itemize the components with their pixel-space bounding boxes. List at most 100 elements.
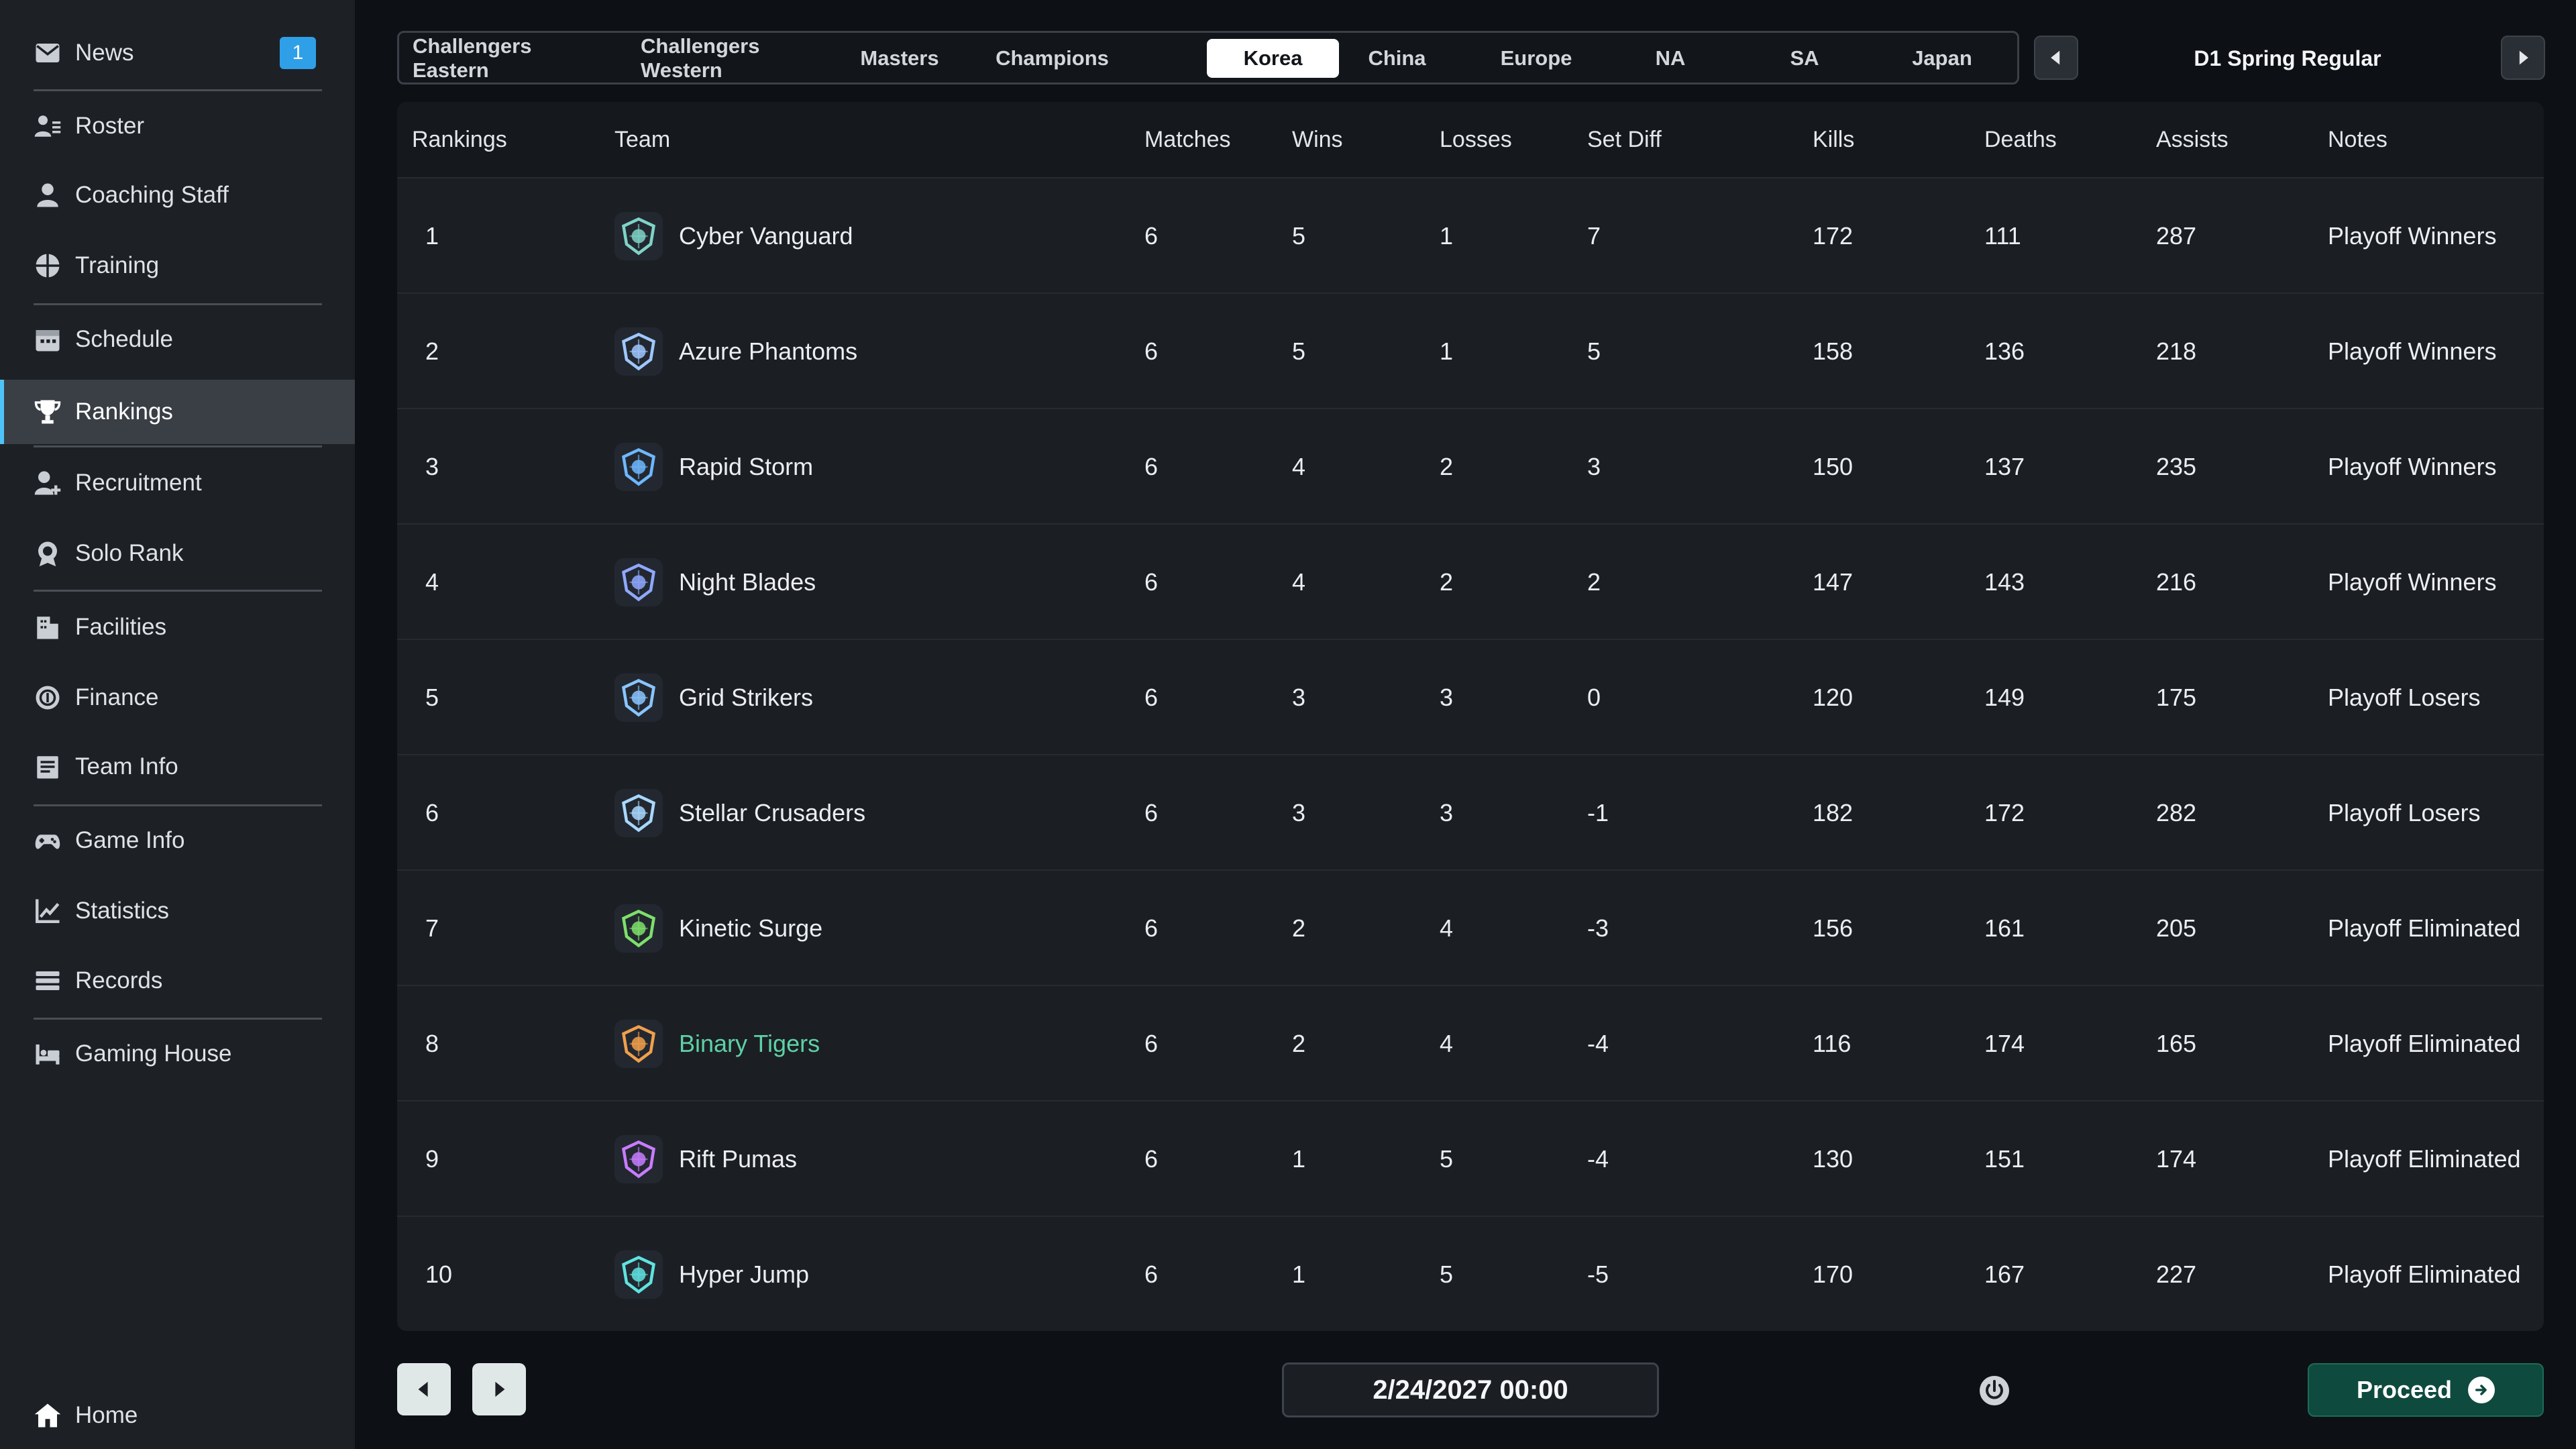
tab-europe[interactable]: Europe bbox=[1476, 39, 1597, 78]
sidebar-item-coaching[interactable]: Coaching Staff bbox=[0, 163, 355, 227]
team-logo-icon bbox=[614, 212, 663, 260]
cell-assists: 165 bbox=[2156, 1030, 2197, 1057]
cell-kills: 158 bbox=[1813, 337, 1854, 365]
proceed-button[interactable]: Proceed bbox=[2308, 1363, 2544, 1417]
cell-notes: Playoff Losers bbox=[2328, 684, 2481, 711]
header-rank[interactable]: Rankings bbox=[412, 102, 507, 177]
team-name[interactable]: Kinetic Surge bbox=[679, 914, 822, 943]
cell-matches: 6 bbox=[1144, 1260, 1159, 1288]
header-deaths[interactable]: Deaths bbox=[1984, 102, 2057, 177]
sidebar-item-rankings[interactable]: Rankings bbox=[0, 380, 355, 444]
team-cell[interactable]: Hyper Jump bbox=[614, 1217, 809, 1331]
header-setdiff[interactable]: Set Diff bbox=[1587, 102, 1662, 177]
table-row[interactable]: 9 Rift Pumas 6 1 5 -4 130 151 174 Playoff Elimin… bbox=[397, 1100, 2544, 1216]
sidebar-item-roster[interactable]: Roster bbox=[0, 94, 355, 158]
cell-losses: 1 bbox=[1440, 337, 1454, 365]
tab-sa[interactable]: SA bbox=[1744, 39, 1865, 78]
team-cell[interactable]: Rift Pumas bbox=[614, 1102, 797, 1217]
sidebar: News 1 Roster Coaching Staff Training Sch… bbox=[0, 0, 355, 1449]
team-cell[interactable]: Stellar Crusaders bbox=[614, 755, 865, 871]
sidebar-item-label: Solo Rank bbox=[75, 540, 184, 566]
table-row[interactable]: 2 Azure Phantoms 6 5 1 5 158 136 218 Playoff Win… bbox=[397, 292, 2544, 408]
chevron-right-icon bbox=[2519, 50, 2528, 65]
sidebar-item-recruitment[interactable]: Recruitment bbox=[0, 451, 355, 515]
table-row[interactable]: 1 Cyber Vanguard 6 5 1 7 172 111 287 Playoff Win… bbox=[397, 177, 2544, 292]
sidebar-item-teaminfo[interactable]: Team Info bbox=[0, 735, 355, 799]
team-name[interactable]: Binary Tigers bbox=[679, 1030, 820, 1058]
tab-champions[interactable]: Champions bbox=[973, 39, 1131, 78]
cell-rank: 4 bbox=[425, 568, 439, 596]
team-name[interactable]: Rift Pumas bbox=[679, 1145, 797, 1173]
page-next-button[interactable] bbox=[472, 1363, 526, 1415]
team-name[interactable]: Cyber Vanguard bbox=[679, 222, 853, 250]
team-cell[interactable]: Azure Phantoms bbox=[614, 294, 857, 409]
header-losses[interactable]: Losses bbox=[1440, 102, 1512, 177]
cell-notes: Playoff Winners bbox=[2328, 337, 2497, 365]
sidebar-item-schedule[interactable]: Schedule bbox=[0, 307, 355, 372]
team-cell[interactable]: Cyber Vanguard bbox=[614, 178, 853, 294]
team-cell[interactable]: Grid Strikers bbox=[614, 640, 813, 755]
season-next-button[interactable] bbox=[2501, 36, 2545, 80]
team-cell[interactable]: Binary Tigers bbox=[614, 986, 820, 1102]
bed-icon bbox=[34, 1040, 62, 1068]
sidebar-divider bbox=[34, 590, 322, 592]
cell-wins: 4 bbox=[1292, 453, 1306, 480]
sidebar-item-finance[interactable]: Finance bbox=[0, 665, 355, 730]
team-cell[interactable]: Rapid Storm bbox=[614, 409, 813, 525]
header-matches[interactable]: Matches bbox=[1144, 102, 1231, 177]
tab-china[interactable]: China bbox=[1338, 39, 1456, 78]
team-cell[interactable]: Night Blades bbox=[614, 525, 816, 640]
sidebar-item-label: News bbox=[75, 40, 134, 66]
season-prev-button[interactable] bbox=[2034, 36, 2078, 80]
tab-challengers-eastern[interactable]: Challengers Eastern bbox=[413, 34, 607, 82]
tab-masters[interactable]: Masters bbox=[839, 39, 960, 78]
cell-matches: 6 bbox=[1144, 684, 1159, 711]
team-name[interactable]: Azure Phantoms bbox=[679, 337, 857, 366]
team-name[interactable]: Hyper Jump bbox=[679, 1260, 809, 1289]
team-logo-icon bbox=[614, 558, 663, 606]
sidebar-item-gameinfo[interactable]: Game Info bbox=[0, 808, 355, 873]
header-kills[interactable]: Kills bbox=[1813, 102, 1854, 177]
header-team[interactable]: Team bbox=[614, 102, 670, 177]
team-cell[interactable]: Kinetic Surge bbox=[614, 871, 822, 986]
table-row[interactable]: 8 Binary Tigers 6 2 4 -4 116 174 165 Playoff Eli… bbox=[397, 985, 2544, 1100]
header-notes[interactable]: Notes bbox=[2328, 102, 2387, 177]
table-row[interactable]: 6 Stellar Crusaders 6 3 3 -1 182 172 282 Playoff… bbox=[397, 754, 2544, 869]
sidebar-item-records[interactable]: Records bbox=[0, 949, 355, 1013]
cell-assists: 216 bbox=[2156, 568, 2197, 596]
header-assists[interactable]: Assists bbox=[2156, 102, 2229, 177]
sidebar-item-label: Game Info bbox=[75, 827, 185, 853]
table-row[interactable]: 5 Grid Strikers 6 3 3 0 120 149 175 Playoff Lose… bbox=[397, 639, 2544, 754]
sidebar-item-solo[interactable]: Solo Rank bbox=[0, 521, 355, 586]
sidebar-divider bbox=[34, 303, 322, 305]
table-row[interactable]: 3 Rapid Storm 6 4 2 3 150 137 235 Playoff Winner… bbox=[397, 408, 2544, 523]
calendar-icon bbox=[34, 325, 62, 354]
page-prev-button[interactable] bbox=[397, 1363, 451, 1415]
team-logo-icon bbox=[614, 1135, 663, 1183]
table-row[interactable]: 10 Hyper Jump 6 1 5 -5 170 167 227 Playoff Elimi… bbox=[397, 1216, 2544, 1331]
header-wins[interactable]: Wins bbox=[1292, 102, 1343, 177]
tab-na[interactable]: NA bbox=[1610, 39, 1731, 78]
tab-japan[interactable]: Japan bbox=[1878, 39, 2006, 78]
sidebar-item-news[interactable]: News 1 bbox=[0, 21, 355, 85]
cell-setdiff: 0 bbox=[1587, 684, 1601, 711]
sidebar-item-statistics[interactable]: Statistics bbox=[0, 879, 355, 943]
team-name[interactable]: Stellar Crusaders bbox=[679, 799, 865, 827]
tab-korea[interactable]: Korea bbox=[1207, 39, 1339, 78]
sidebar-item-training[interactable]: Training bbox=[0, 233, 355, 298]
tab-challengers-western[interactable]: Challengers Western bbox=[641, 34, 845, 82]
sidebar-item-label: Finance bbox=[75, 684, 159, 710]
cell-setdiff: -5 bbox=[1587, 1260, 1609, 1288]
team-name[interactable]: Night Blades bbox=[679, 568, 816, 596]
team-name[interactable]: Grid Strikers bbox=[679, 684, 813, 712]
cell-wins: 4 bbox=[1292, 568, 1306, 596]
proceed-label: Proceed bbox=[2356, 1376, 2453, 1403]
team-name[interactable]: Rapid Storm bbox=[679, 453, 813, 481]
sidebar-item-gaminghouse[interactable]: Gaming House bbox=[0, 1022, 355, 1086]
sidebar-item-facilities[interactable]: Facilities bbox=[0, 595, 355, 659]
table-row[interactable]: 7 Kinetic Surge 6 2 4 -3 156 161 205 Playoff Eli… bbox=[397, 869, 2544, 985]
table-row[interactable]: 4 Night Blades 6 4 2 2 147 143 216 Playoff Winne… bbox=[397, 523, 2544, 639]
power-icon[interactable] bbox=[1978, 1374, 2011, 1407]
sidebar-item-home[interactable]: Home bbox=[0, 1383, 355, 1448]
cell-assists: 205 bbox=[2156, 914, 2197, 942]
